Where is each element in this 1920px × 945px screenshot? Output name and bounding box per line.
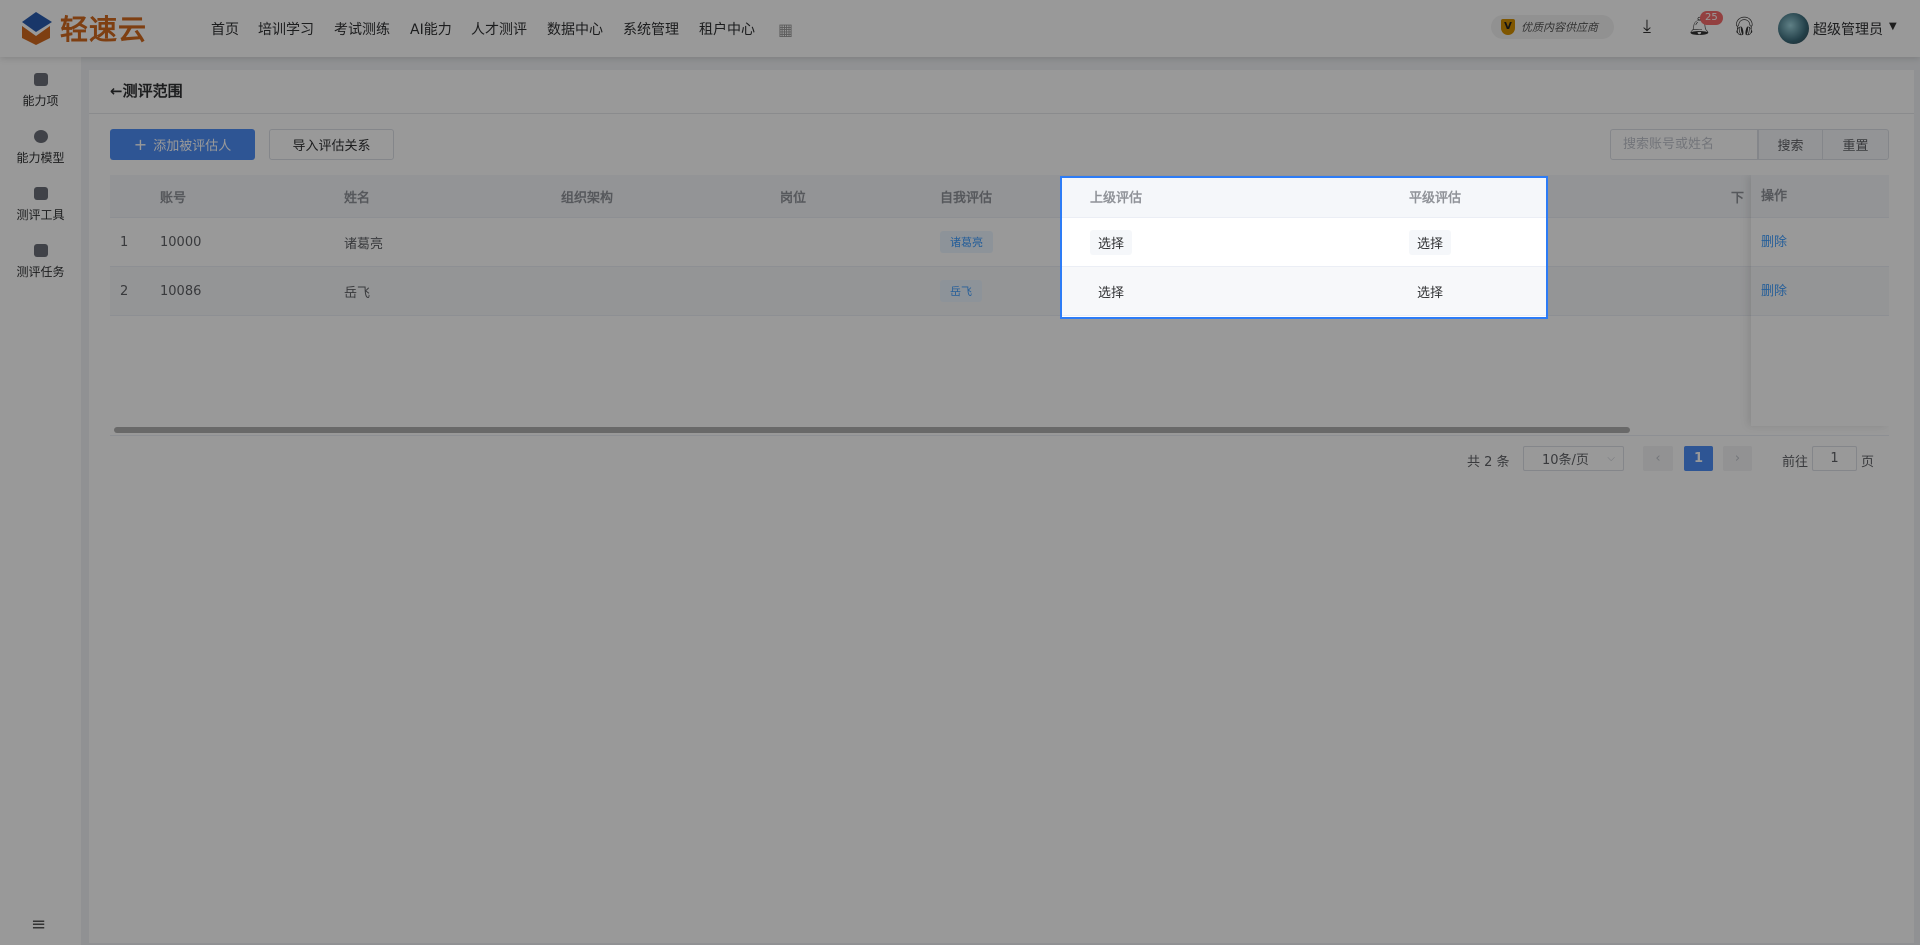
fixed-action-column: 操作 删除 删除 bbox=[1751, 175, 1889, 426]
col-self-eval: 自我评估 bbox=[940, 190, 993, 206]
logo[interactable]: 轻速云 bbox=[18, 8, 147, 48]
table-row: 2 10086 岳飞 岳飞 选择 选择 bbox=[110, 267, 1889, 316]
evaluatee-table: 账号 姓名 组织架构 岗位 自我评估 上级评估 平级评估 下 1 10000 诸… bbox=[110, 175, 1889, 433]
back-arrow-icon[interactable]: ← bbox=[110, 82, 123, 100]
total-count: 共 2 条 bbox=[1467, 455, 1510, 470]
search-button[interactable]: 搜索 bbox=[1758, 129, 1823, 160]
download-icon[interactable]: ⤓ bbox=[1643, 16, 1651, 37]
delete-button[interactable]: 删除 bbox=[1751, 267, 1889, 316]
shield-icon: V bbox=[1501, 19, 1515, 35]
sidebar-item-model[interactable]: 能力模型 bbox=[0, 130, 81, 166]
page-1-button[interactable]: 1 bbox=[1684, 446, 1713, 471]
goto-page-input[interactable]: 1 bbox=[1812, 446, 1857, 471]
clipboard-check-icon bbox=[33, 244, 48, 257]
row-account: 10000 bbox=[160, 234, 202, 250]
self-eval-tag[interactable]: 岳飞 bbox=[940, 280, 982, 302]
logo-text: 轻速云 bbox=[60, 13, 148, 46]
col-account: 账号 bbox=[160, 190, 187, 206]
col-superior-eval: 上级评估 bbox=[1090, 190, 1143, 206]
horizontal-scrollbar[interactable] bbox=[114, 427, 1630, 433]
col-peer-eval: 平级评估 bbox=[1409, 190, 1462, 206]
divider bbox=[89, 113, 1914, 114]
prev-page-button[interactable]: ‹ bbox=[1643, 446, 1673, 471]
nav-exam[interactable]: 考试测练 bbox=[334, 19, 390, 39]
nav-training[interactable]: 培训学习 bbox=[258, 19, 314, 39]
table-bottom-border bbox=[110, 435, 1889, 436]
col-org: 组织架构 bbox=[561, 190, 614, 206]
sidebar-item-label: 测评工具 bbox=[16, 208, 65, 222]
cube-icon bbox=[33, 73, 48, 86]
username[interactable]: 超级管理员 bbox=[1813, 19, 1883, 39]
self-eval-tag[interactable]: 诸葛亮 bbox=[940, 231, 993, 253]
row-index: 2 bbox=[120, 283, 129, 299]
top-navbar: 轻速云 首页 培训学习 考试测练 AI能力 人才测评 数据中心 系统管理 租户中… bbox=[0, 0, 1920, 57]
reset-button[interactable]: 重置 bbox=[1822, 129, 1889, 160]
avatar[interactable] bbox=[1778, 13, 1809, 44]
col-name: 姓名 bbox=[344, 190, 371, 206]
add-evaluatee-label: 添加被评估人 bbox=[153, 139, 232, 154]
nav-data[interactable]: 数据中心 bbox=[547, 19, 603, 39]
nav-tenant[interactable]: 租户中心 bbox=[699, 19, 755, 39]
logo-icon bbox=[22, 12, 52, 45]
superior-select-button[interactable]: 选择 bbox=[1090, 229, 1133, 255]
peer-select-button[interactable]: 选择 bbox=[1409, 229, 1452, 255]
menu-collapse-icon[interactable]: ≡ bbox=[31, 914, 46, 935]
next-page-button[interactable]: › bbox=[1723, 446, 1752, 471]
table-row: 1 10000 诸葛亮 诸葛亮 选择 选择 bbox=[110, 218, 1889, 267]
row-name: 岳飞 bbox=[344, 285, 371, 301]
delete-button[interactable]: 删除 bbox=[1751, 218, 1889, 267]
col-action: 操作 bbox=[1751, 175, 1889, 218]
search-input[interactable]: 搜索账号或姓名 bbox=[1610, 129, 1758, 160]
row-index: 1 bbox=[120, 234, 129, 250]
headset-icon[interactable]: 🎧︎ bbox=[1733, 16, 1756, 37]
sidebar-item-label: 能力项 bbox=[22, 94, 59, 108]
sidebar: 能力项 能力模型 测评工具 测评任务 ≡ bbox=[0, 57, 81, 945]
provider-badge[interactable]: V 优质内容供应商 bbox=[1491, 15, 1614, 39]
row-account: 10086 bbox=[160, 283, 202, 299]
apps-grid-icon[interactable]: ▦ bbox=[778, 20, 793, 39]
chevron-down-icon: ⌵ bbox=[1607, 453, 1615, 464]
sidebar-item-tasks[interactable]: 测评任务 bbox=[0, 244, 81, 280]
page-size-select[interactable]: 10条/页 ⌵ bbox=[1523, 446, 1624, 471]
sidebar-item-label: 测评任务 bbox=[16, 265, 65, 279]
caret-down-icon[interactable]: ▼ bbox=[1889, 21, 1897, 32]
main-panel: ←测评范围 + 添加被评估人 导入评估关系 搜索账号或姓名 搜索 重置 账号 姓名… bbox=[89, 70, 1914, 943]
page-suffix: 页 bbox=[1861, 455, 1875, 470]
sidebar-item-ability[interactable]: 能力项 bbox=[0, 73, 81, 109]
superior-select-button[interactable]: 选择 bbox=[1090, 279, 1132, 304]
page-title: ←测评范围 bbox=[110, 80, 183, 101]
plus-icon: + bbox=[133, 135, 148, 154]
col-subordinate-eval: 下 bbox=[1731, 190, 1745, 206]
row-name: 诸葛亮 bbox=[344, 236, 384, 252]
goto-label: 前往 bbox=[1782, 455, 1809, 470]
nav-ai[interactable]: AI能力 bbox=[410, 19, 452, 39]
page-size-value: 10条/页 bbox=[1542, 453, 1589, 468]
sidebar-item-label: 能力模型 bbox=[16, 151, 65, 165]
page-title-text: 测评范围 bbox=[122, 82, 183, 100]
provider-badge-label: 优质内容供应商 bbox=[1521, 21, 1598, 34]
add-evaluatee-button[interactable]: + 添加被评估人 bbox=[110, 129, 255, 160]
col-position: 岗位 bbox=[780, 190, 807, 206]
nav-system[interactable]: 系统管理 bbox=[623, 19, 679, 39]
nav-talent[interactable]: 人才测评 bbox=[471, 19, 527, 39]
sidebar-item-tools[interactable]: 测评工具 bbox=[0, 187, 81, 223]
peer-select-button[interactable]: 选择 bbox=[1409, 279, 1451, 304]
toolbox-icon bbox=[33, 187, 48, 200]
notification-badge: 25 bbox=[1700, 11, 1723, 25]
nav-home[interactable]: 首页 bbox=[211, 19, 239, 39]
table-header: 账号 姓名 组织架构 岗位 自我评估 上级评估 平级评估 下 bbox=[110, 175, 1889, 218]
model-icon bbox=[33, 130, 48, 143]
import-relations-button[interactable]: 导入评估关系 bbox=[269, 129, 394, 160]
